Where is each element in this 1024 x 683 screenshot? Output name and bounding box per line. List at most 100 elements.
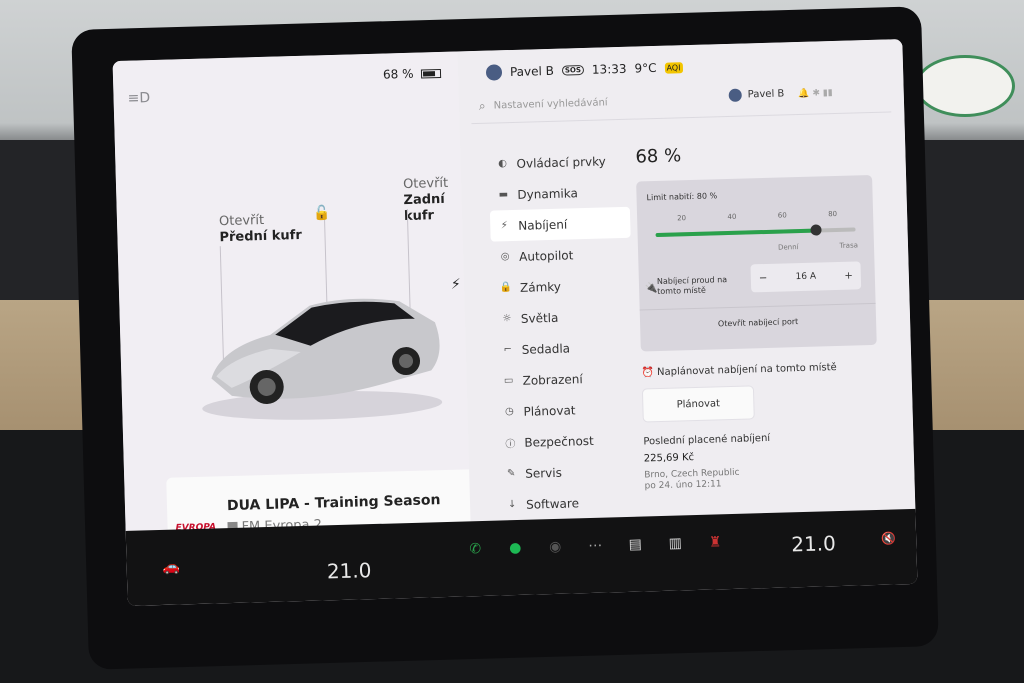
battery-percent: 68 % <box>382 66 414 82</box>
menu-item-label: Světla <box>520 310 559 326</box>
menu-item-label: Autopilot <box>518 247 574 264</box>
driver-temperature[interactable]: 21.0 <box>327 558 372 583</box>
front-trunk-action: Otevřít <box>218 212 265 230</box>
charging-current-stepper[interactable]: − 16 A + <box>750 261 862 293</box>
last-charge-title: Poslední placené nabíjení <box>643 432 771 448</box>
front-trunk-callout[interactable]: Otevřít Přední kufr <box>219 212 302 246</box>
seat-icon: ⌐ <box>503 344 513 356</box>
charging-current-label: Nabíjecí proud na tomto místě <box>656 275 728 297</box>
camera-icon[interactable]: ◉ <box>546 539 564 555</box>
menu-item-label: Sedadla <box>521 340 571 357</box>
menu-item[interactable]: ▬ Dynamika <box>489 176 630 211</box>
avatar[interactable] <box>485 64 503 81</box>
passenger-temperature[interactable]: 21.0 <box>791 531 836 556</box>
settings-profile-name: Pavel B <box>747 88 785 101</box>
menu-item-label: Software <box>525 495 580 512</box>
tick-label: 80 <box>828 209 838 219</box>
rear-trunk-name: Zadní kufr <box>403 191 445 225</box>
wrench-icon: ✎ <box>506 468 516 480</box>
charge-port-bolt-icon[interactable]: ⚡ <box>451 277 461 293</box>
menu-item[interactable]: ◷ Plánovat <box>495 393 636 428</box>
spotify-icon[interactable]: ● <box>506 540 524 556</box>
menu-item[interactable]: ▭ Zobrazení <box>494 362 635 397</box>
steering-wheel-icon: ◎ <box>500 251 510 263</box>
download-icon: ↓ <box>507 499 517 511</box>
increase-button[interactable]: + <box>844 270 853 281</box>
more-apps-icon[interactable]: ⋯ <box>586 538 604 554</box>
profile-avatar <box>728 88 742 102</box>
car-render <box>202 298 443 420</box>
battery-icon <box>421 68 442 79</box>
sos-badge[interactable]: SOS <box>561 64 585 76</box>
charge-limit-panel: Limit nabití: 80 % 20 40 60 80 Denní Trasa … <box>636 174 877 352</box>
charge-limit-ticks: 20 40 60 80 <box>677 210 837 222</box>
car-icon: ▬ <box>498 189 509 201</box>
status-bar: Pavel B SOS 13:33 9°C AQI <box>485 59 683 81</box>
menu-item[interactable]: ⌐ Sedadla <box>493 331 634 366</box>
charge-limit-knob[interactable] <box>810 224 822 236</box>
schedule-button[interactable]: Plánovat <box>641 385 755 423</box>
settings-menu: ◐ Ovládací prvky ▬ Dynamika ⚡ Nabíjení ◎ Autopi… <box>488 145 639 552</box>
menu-item-label: Zobrazení <box>522 371 583 388</box>
car-controls-icon[interactable]: 🚗 <box>162 559 180 575</box>
menu-item[interactable]: ☼ Světla <box>492 300 633 335</box>
headlights-icon[interactable]: ≡D <box>127 90 150 109</box>
tick-label: 40 <box>727 212 737 222</box>
bolt-icon: ⚡ <box>500 220 508 232</box>
schedule-title: ⏰ Naplánovat nabíjení na tomto místě <box>641 361 886 379</box>
decrease-button[interactable]: − <box>759 272 768 283</box>
daily-trip-labels: Denní Trasa <box>778 241 858 251</box>
charge-limit-slider[interactable] <box>655 224 856 238</box>
info-icon: ⓘ <box>505 439 516 451</box>
charge-limit-label: Limit nabití: 80 % <box>646 191 718 203</box>
aqi-badge[interactable]: AQI <box>664 61 683 74</box>
last-charge-amount: 225,69 Kč <box>643 452 695 465</box>
toggle-icon: ◐ <box>498 158 508 170</box>
mute-volume-icon[interactable]: 🔇 <box>881 531 896 545</box>
tick-label: 20 <box>677 214 687 223</box>
trip-label: Trasa <box>839 241 859 250</box>
windshield-sticker <box>915 55 1015 117</box>
charging-content: 68 % Limit nabití: 80 % 20 40 60 80 Denní T… <box>635 140 890 493</box>
menu-item-label: Plánovat <box>523 402 576 419</box>
charge-limit-fill <box>655 228 816 238</box>
notes-icon[interactable]: ▤ <box>626 536 644 553</box>
last-charge-location: Brno, Czech Republic po 24. úno 12:11 <box>644 464 890 493</box>
menu-item[interactable]: ⓘ Bezpečnost <box>496 424 637 459</box>
menu-item-label: Nabíjení <box>518 217 568 233</box>
menu-item-label: Dynamika <box>517 185 579 202</box>
settings-pane: Pavel B SOS 13:33 9°C AQI ⌕ Nastavení vy… <box>457 39 916 542</box>
status-icons: 🔔 ✱ ▮▮ <box>798 87 833 99</box>
battery-status: 68 % <box>383 66 442 82</box>
rear-trunk-callout[interactable]: Otevřít Zadní kufr <box>403 175 462 225</box>
rear-trunk-action: Otevřít <box>402 175 449 193</box>
menu-item[interactable]: ✎ Servis <box>497 455 638 490</box>
phone-icon[interactable]: ✆ <box>466 541 484 557</box>
touchscreen: ≡D 68 % Otevřít Přední kufr Otevřít Zadn… <box>112 39 918 606</box>
menu-item[interactable]: ◐ Ovládací prvky <box>488 145 629 180</box>
charging-current-value: 16 A <box>795 271 817 283</box>
schedule-title-text: Naplánovat nabíjení na tomto místě <box>656 362 837 379</box>
alarm-clock-icon: ⏰ <box>641 367 655 379</box>
menu-item-label: Servis <box>525 465 563 481</box>
car-status-pane: ≡D 68 % Otevřít Přední kufr Otevřít Zadn… <box>112 51 471 531</box>
outside-temperature: 9°C <box>634 60 657 76</box>
calendar-icon[interactable]: ▥ <box>666 535 684 551</box>
display-icon: ▭ <box>503 375 514 387</box>
clock-icon: ◷ <box>504 406 514 418</box>
search-input[interactable]: Nastavení vyhledávání <box>494 97 608 111</box>
plug-icon: 🔌 <box>644 283 658 295</box>
front-trunk-name: Přední kufr <box>219 227 302 246</box>
app-dock: ✆ ● ◉ ⋯ ▤ ▥ ♜ <box>466 534 724 557</box>
status-profile-name[interactable]: Pavel B <box>510 64 554 79</box>
menu-item[interactable]: 🔒 Zámky <box>492 269 633 304</box>
open-charge-port-button[interactable]: Otevřít nabíjecí port <box>639 302 877 342</box>
daily-label: Denní <box>777 243 799 252</box>
menu-item[interactable]: ⚡ Nabíjení <box>489 206 631 242</box>
toybox-icon[interactable]: ♜ <box>706 534 724 550</box>
menu-item[interactable]: ↓ Software <box>498 486 639 521</box>
song-title: DUA LIPA - Training Season <box>226 492 441 515</box>
lock-icon: 🔒 <box>499 282 513 294</box>
menu-item[interactable]: ◎ Autopilot <box>491 238 632 273</box>
unlock-icon[interactable]: 🔓 <box>313 205 331 221</box>
